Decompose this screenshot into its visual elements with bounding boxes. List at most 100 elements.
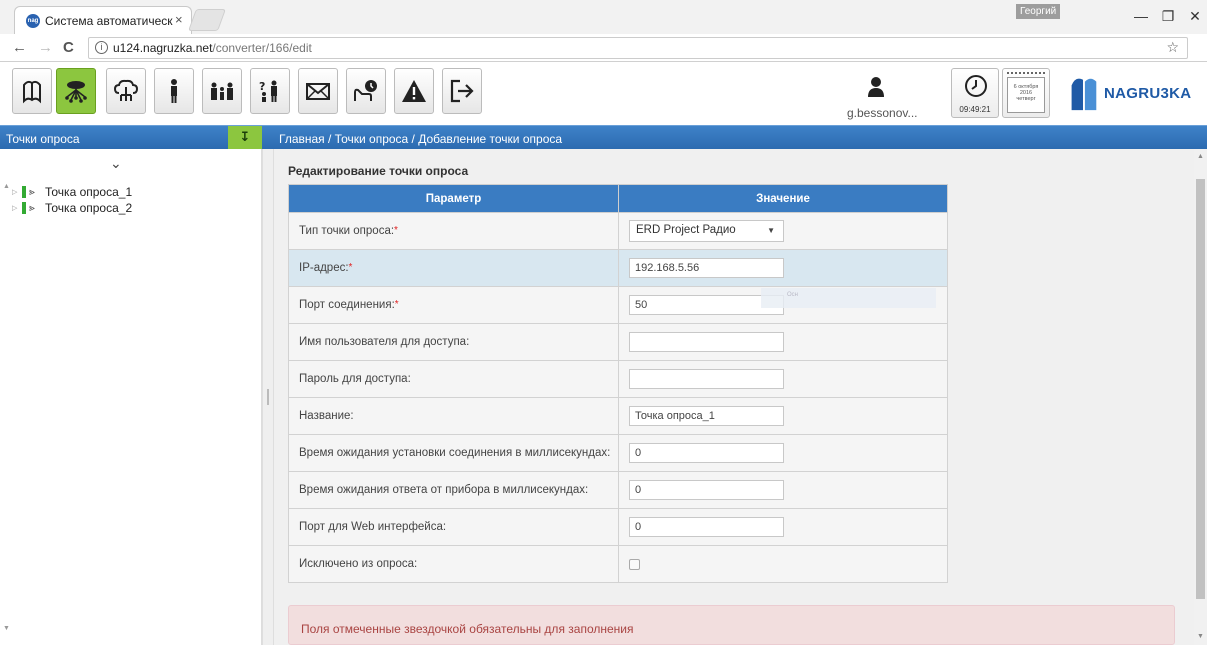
new-tab-button[interactable]: [187, 9, 227, 31]
scrollbar-thumb[interactable]: [1196, 179, 1205, 599]
browser-tab[interactable]: nag Система автоматическо ×: [14, 6, 192, 34]
restore-icon[interactable]: ❐: [1155, 8, 1181, 25]
sidebar-scroll-up-icon[interactable]: ▲: [3, 183, 10, 190]
param-value-cell: ERD Project Радио ▼: [618, 212, 948, 250]
table-row: Пароль для доступа:: [288, 360, 948, 398]
table-row: Время ожидания установки соединения в ми…: [288, 434, 948, 472]
site-info-icon[interactable]: i: [95, 41, 108, 54]
main-content: Редактирование точки опроса Параметр Зна…: [274, 149, 1194, 645]
url-path: /converter/166/edit: [212, 41, 312, 55]
param-label-cell: Имя пользователя для доступа:: [288, 323, 619, 361]
tree-expander-icon[interactable]: ▷: [12, 188, 22, 196]
param-label: Имя пользователя для доступа:: [299, 336, 470, 348]
point-type-select[interactable]: ERD Project Радио ▼: [629, 220, 784, 242]
column-header-param: Параметр: [288, 184, 619, 213]
url-field[interactable]: i u124.nagruzka.net/converter/166/edit ☆: [88, 37, 1188, 59]
user-name-label[interactable]: g.bessonov...: [847, 106, 927, 120]
section-header-bar: Точки опроса ↧ Главная / Точки опроса / …: [0, 125, 1207, 150]
param-input[interactable]: [629, 369, 784, 389]
param-input[interactable]: [629, 258, 784, 278]
param-input[interactable]: [629, 443, 784, 463]
sidebar-scroll-down-icon[interactable]: ▼: [3, 625, 10, 632]
excluded-checkbox[interactable]: [629, 558, 640, 570]
param-label-cell: Исключено из опроса:: [288, 545, 619, 583]
tab-close-icon[interactable]: ×: [175, 12, 183, 27]
brand-logo: NAGRU3KA: [1060, 68, 1205, 118]
param-value-cell: [618, 508, 948, 546]
param-label: Название:: [299, 410, 354, 422]
forward-arrow-icon[interactable]: →: [38, 39, 53, 56]
required-asterisk: *: [394, 299, 399, 310]
tree-item-point-2[interactable]: ▷ ⪢ Точка опроса_2: [12, 201, 132, 215]
calendar-widget[interactable]: 6 октября 2016 четверг: [1002, 68, 1050, 118]
user-avatar-icon[interactable]: [866, 76, 886, 98]
toolbar-people-button[interactable]: [202, 68, 242, 114]
param-label-cell: Порт соединения:*: [288, 286, 619, 324]
param-label-cell: IP-адрес:*: [288, 249, 619, 287]
scroll-up-icon[interactable]: ▲: [1197, 153, 1204, 160]
toolbar-cloud-tree-button[interactable]: [106, 68, 146, 114]
back-arrow-icon[interactable]: ←: [12, 39, 27, 56]
mail-icon: [306, 83, 330, 100]
table-row: Имя пользователя для доступа:: [288, 323, 948, 361]
panel-splitter[interactable]: [262, 149, 274, 645]
toolbar-network-button[interactable]: [56, 68, 96, 114]
table-row: Тип точки опроса:* ERD Project Радио ▼: [288, 212, 948, 250]
browser-titlebar: nag Система автоматическо × Георгий — ❐ …: [0, 0, 1207, 34]
warning-icon: [402, 80, 426, 102]
calendar-sheet: 6 октября 2016 четверг: [1007, 77, 1045, 113]
tree-expander-icon[interactable]: ▷: [12, 204, 22, 212]
status-flag-icon: [22, 202, 26, 214]
tree-item-label: Точка опроса_1: [45, 185, 133, 199]
table-row: Время ожидания ответа от прибора в милли…: [288, 471, 948, 509]
param-label: Исключено из опроса:: [299, 558, 418, 570]
clock-icon: [965, 75, 987, 97]
toolbar-warning-button[interactable]: [394, 68, 434, 114]
toolbar-mail-button[interactable]: [298, 68, 338, 114]
toolbar-person-button[interactable]: [154, 68, 194, 114]
toolbar-user-question-button[interactable]: ?: [250, 68, 290, 114]
param-value-cell: [618, 323, 948, 361]
param-input[interactable]: [629, 480, 784, 500]
param-label-cell: Порт для Web интерфейса:: [288, 508, 619, 546]
tree-item-point-1[interactable]: ▷ ⪢ Точка опроса_1: [12, 185, 132, 199]
person-icon: [171, 79, 177, 103]
table-header-row: Параметр Значение: [288, 184, 948, 213]
param-input[interactable]: [629, 332, 784, 352]
minimize-icon[interactable]: —: [1128, 8, 1154, 24]
ghost-tooltip: Осн: [761, 288, 936, 308]
reload-icon[interactable]: C: [63, 39, 74, 56]
sidebar: ⌄ ▲ ▷ ⪢ Точка опроса_1 ▷ ⪢ Точка опроса_…: [0, 149, 262, 645]
param-value-cell: [618, 545, 948, 583]
url-text: u124.nagruzka.net/converter/166/edit: [113, 41, 312, 55]
table-row: Исключено из опроса:: [288, 545, 948, 583]
dropdown-arrow-icon[interactable]: ▼: [767, 226, 775, 235]
chevron-down-icon[interactable]: ⌄: [110, 155, 122, 172]
scroll-down-icon[interactable]: ▼: [1197, 633, 1204, 640]
parameters-table: Параметр Значение Тип точки опроса:* ERD …: [288, 184, 948, 583]
window-close-icon[interactable]: ✕: [1182, 8, 1207, 25]
bookmark-star-icon[interactable]: ☆: [1166, 39, 1179, 56]
status-flag-icon: [22, 186, 26, 198]
breadcrumb[interactable]: Главная / Точки опроса / Добавление точк…: [279, 132, 562, 146]
param-label: Время ожидания установки соединения в ми…: [299, 447, 611, 459]
address-bar: ← → C i u124.nagruzka.net/converter/166/…: [0, 34, 1207, 88]
param-input[interactable]: [629, 517, 784, 537]
toolbar-logout-button[interactable]: [442, 68, 482, 114]
column-header-value: Значение: [618, 184, 948, 213]
clock-widget[interactable]: 09:49:21: [951, 68, 999, 118]
toolbar-book-button[interactable]: [12, 68, 52, 114]
param-label: Порт для Web интерфейса:: [299, 521, 447, 533]
splitter-grip-icon[interactable]: [267, 389, 269, 405]
toolbar-hand-clock-button[interactable]: [346, 68, 386, 114]
param-value-cell: [618, 434, 948, 472]
required-asterisk: *: [348, 262, 353, 273]
table-row: Название:: [288, 397, 948, 435]
ghost-tooltip-text: Осн: [787, 292, 798, 298]
param-label: Время ожидания ответа от прибора в милли…: [299, 484, 589, 496]
window-profile-badge[interactable]: Георгий: [1016, 4, 1061, 19]
collapse-all-button[interactable]: ↧: [228, 126, 262, 150]
main-scrollbar[interactable]: ▲ ▼: [1194, 149, 1207, 645]
network-icon: [65, 81, 87, 103]
param-input[interactable]: [629, 406, 784, 426]
